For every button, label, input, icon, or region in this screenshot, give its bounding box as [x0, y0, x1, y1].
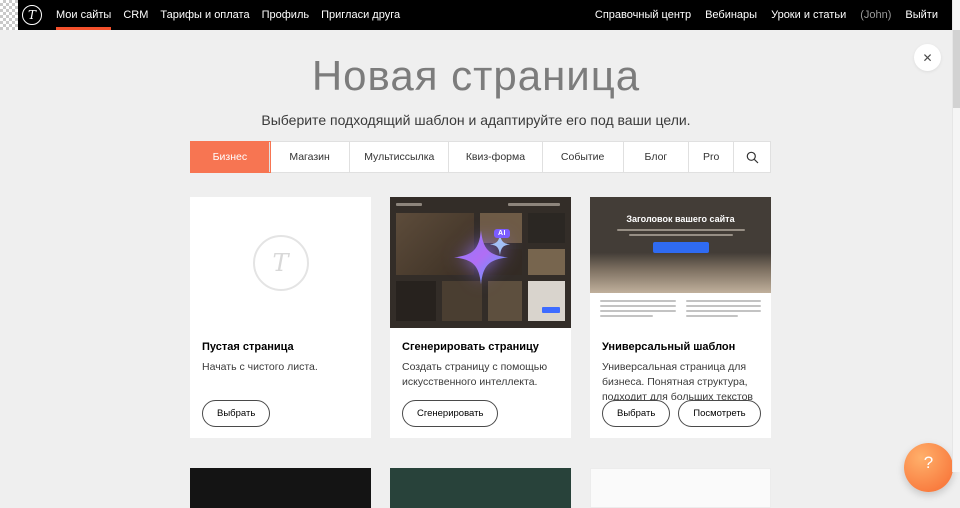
page-subtitle: Выберите подходящий шаблон и адаптируйте…: [0, 112, 952, 128]
tab-pro[interactable]: Pro: [689, 142, 734, 172]
nav-item-pricing[interactable]: Тарифы и оплата: [160, 0, 249, 30]
preview-text-placeholder: [629, 234, 733, 236]
preview-hero-title: Заголовок вашего сайта: [590, 214, 771, 224]
preview-tile: [396, 281, 436, 321]
help-button[interactable]: ?: [904, 443, 953, 492]
template-card-blank: T Пустая страница Начать с чистого листа…: [190, 197, 371, 438]
transparency-checker: [0, 0, 18, 30]
tab-multilink[interactable]: Мультиссылка: [350, 142, 449, 172]
template-preview-blank[interactable]: T: [190, 197, 371, 328]
nav-item-profile[interactable]: Профиль: [262, 0, 310, 30]
preview-tile: [528, 213, 565, 243]
tab-blog[interactable]: Блог: [624, 142, 690, 172]
choose-button[interactable]: Выбрать: [202, 400, 270, 427]
card-title: Сгенерировать страницу: [402, 341, 559, 353]
card-description: Создать страницу с помощью искусственног…: [402, 360, 559, 390]
card-description: Начать с чистого листа.: [202, 360, 359, 375]
tilda-logo-placeholder-icon: T: [253, 235, 309, 291]
nav-item-crm[interactable]: CRM: [123, 0, 148, 30]
template-preview-universal[interactable]: Заголовок вашего сайта: [590, 197, 771, 328]
template-preview-partial[interactable]: [590, 468, 771, 508]
scrollbar-thumb[interactable]: [953, 30, 960, 108]
template-preview-ai[interactable]: AI: [390, 197, 571, 328]
logout-link[interactable]: Выйти: [905, 9, 938, 21]
search-icon: [746, 151, 759, 164]
user-name-label: (John): [860, 9, 891, 21]
top-navigation-bar: T Мои сайты CRM Тарифы и оплата Профиль …: [0, 0, 952, 30]
preview-hero: Заголовок вашего сайта: [590, 197, 771, 293]
preview-text-placeholder: [508, 203, 560, 206]
choose-button[interactable]: Выбрать: [602, 400, 670, 427]
nav-item-my-sites[interactable]: Мои сайты: [56, 0, 111, 30]
card-title: Пустая страница: [202, 341, 359, 353]
tab-event[interactable]: Событие: [543, 142, 624, 172]
tab-search[interactable]: [734, 142, 770, 172]
template-category-tabs: Бизнес Магазин Мультиссылка Квиз-форма С…: [190, 141, 771, 173]
preview-text-placeholder: [396, 203, 422, 206]
template-card-universal: Заголовок вашего сайта Универсальный шаб…: [590, 197, 771, 438]
view-button[interactable]: Посмотреть: [678, 400, 760, 427]
generate-button[interactable]: Сгенерировать: [402, 400, 498, 427]
preview-tile: [528, 249, 565, 275]
nav-item-invite-friend[interactable]: Пригласи друга: [321, 0, 400, 30]
nav-item-lessons[interactable]: Уроки и статьи: [771, 9, 846, 21]
template-card-ai: AI Сгенерировать страницу Создать страни…: [390, 197, 571, 438]
preview-text-placeholder: [617, 229, 745, 231]
template-preview-partial[interactable]: [190, 468, 371, 508]
tab-quiz-form[interactable]: Квиз-форма: [449, 142, 543, 172]
tab-business[interactable]: Бизнес: [191, 142, 270, 172]
main-nav: Мои сайты CRM Тарифы и оплата Профиль Пр…: [56, 0, 400, 30]
preview-cta-button: [653, 242, 709, 253]
ai-badge: AI: [494, 229, 510, 238]
page-title: Новая страница: [0, 52, 952, 100]
tilda-logo-icon[interactable]: T: [22, 5, 42, 25]
card-title: Универсальный шаблон: [602, 341, 759, 353]
preview-panel: [528, 281, 565, 321]
nav-item-help-center[interactable]: Справочный центр: [595, 9, 691, 21]
close-icon[interactable]: ✕: [914, 44, 941, 71]
secondary-nav: Справочный центр Вебинары Уроки и статьи…: [595, 9, 952, 21]
scrollbar-track[interactable]: [952, 0, 960, 472]
nav-item-webinars[interactable]: Вебинары: [705, 9, 757, 21]
preview-mini-button: [542, 307, 560, 313]
tab-store[interactable]: Магазин: [270, 142, 351, 172]
template-preview-partial[interactable]: [390, 468, 571, 508]
preview-body-text: [590, 293, 771, 320]
